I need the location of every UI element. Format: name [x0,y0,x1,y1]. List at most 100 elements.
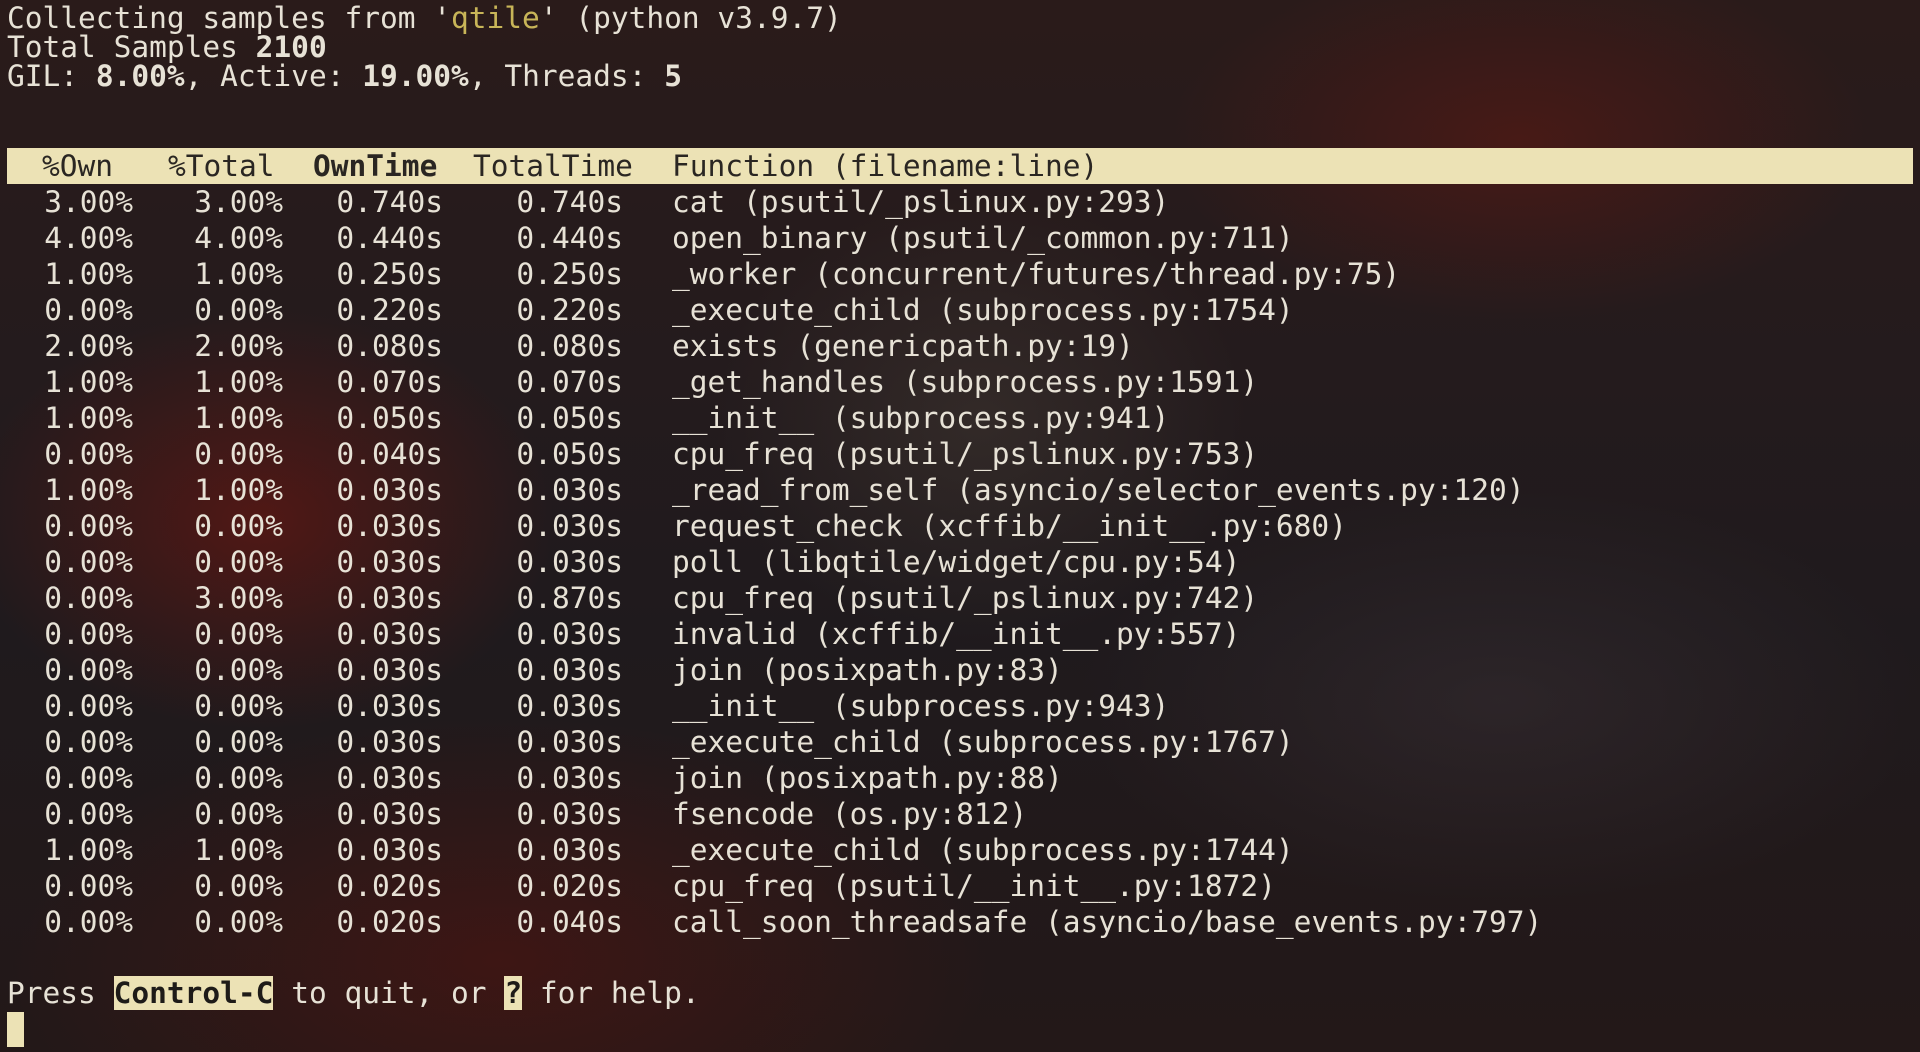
function-cell: cpu_freq (psutil/__init__.py:1872) [672,869,1276,903]
collecting-suffix: ' (python v3.9.7) [539,1,842,35]
total-percent-cell: 0.00% [194,617,283,651]
own-percent-cell: 0.00% [44,869,133,903]
own-percent-cell: 1.00% [44,833,133,867]
column-header-total[interactable]: %Total [168,148,275,184]
table-row[interactable]: 0.00% 0.00% 0.030s 0.030s fsencode (os.py:81… [7,796,1913,832]
own-time-cell: 0.020s [336,869,443,903]
table-row[interactable]: 0.00% 0.00% 0.030s 0.030s __init__ (subproce… [7,688,1913,724]
column-header-own[interactable]: %Own [42,148,113,184]
total-time-cell: 0.870s [516,581,623,615]
own-percent-cell: 0.00% [44,797,133,831]
function-cell: _execute_child (subprocess.py:1744) [672,833,1294,867]
total-percent-cell: 0.00% [194,545,283,579]
total-time-cell: 0.030s [516,653,623,687]
own-time-cell: 0.020s [336,905,443,939]
function-cell: poll (libqtile/widget/cpu.py:54) [672,545,1241,579]
own-percent-cell: 0.00% [44,905,133,939]
column-header-owntime[interactable]: OwnTime [313,148,437,184]
own-time-cell: 0.220s [336,293,443,327]
help-footer: Press Control-C to quit, or ? for help. [7,975,700,1011]
function-cell: __init__ (subprocess.py:941) [672,401,1170,435]
own-percent-cell: 0.00% [44,725,133,759]
own-percent-cell: 0.00% [44,545,133,579]
table-row[interactable]: 3.00% 3.00% 0.740s 0.740s cat (psutil/_pslin… [7,184,1913,220]
total-time-cell: 0.030s [516,545,623,579]
total-percent-cell: 0.00% [194,725,283,759]
function-cell: exists (genericpath.py:19) [672,329,1134,363]
own-time-cell: 0.440s [336,221,443,255]
function-cell: invalid (xcffib/__init__.py:557) [672,617,1241,651]
table-row[interactable]: 1.00% 1.00% 0.250s 0.250s _worker (concurren… [7,256,1913,292]
table-row[interactable]: 1.00% 1.00% 0.070s 0.070s _get_handles (subp… [7,364,1913,400]
total-percent-cell: 0.00% [194,437,283,471]
table-row[interactable]: 0.00% 3.00% 0.030s 0.870s cpu_freq (psutil/_… [7,580,1913,616]
total-time-cell: 0.030s [516,617,623,651]
total-time-cell: 0.050s [516,401,623,435]
column-header-totaltime[interactable]: TotalTime [473,148,633,184]
table-row[interactable]: 4.00% 4.00% 0.440s 0.440s open_binary (psuti… [7,220,1913,256]
total-percent-cell: 1.00% [194,257,283,291]
table-row[interactable]: 0.00% 0.00% 0.030s 0.030s request_check (xcf… [7,508,1913,544]
total-percent-cell: 2.00% [194,329,283,363]
own-time-cell: 0.250s [336,257,443,291]
table-row[interactable]: 1.00% 1.00% 0.030s 0.030s _execute_child (su… [7,832,1913,868]
total-time-cell: 0.070s [516,365,623,399]
own-percent-cell: 1.00% [44,473,133,507]
total-time-cell: 0.220s [516,293,623,327]
help-key-hint: ? [504,976,523,1010]
own-percent-cell: 0.00% [44,293,133,327]
active-value: 19.00% [362,59,469,93]
table-row[interactable]: 0.00% 0.00% 0.030s 0.030s poll (libqtile/wid… [7,544,1913,580]
own-time-cell: 0.030s [336,725,443,759]
total-percent-cell: 4.00% [194,221,283,255]
table-row[interactable]: 0.00% 0.00% 0.030s 0.030s _execute_child (su… [7,724,1913,760]
gil-value: 8.00% [95,59,185,93]
own-time-cell: 0.030s [336,581,443,615]
function-cell: open_binary (psutil/_common.py:711) [672,221,1294,255]
total-time-cell: 0.080s [516,329,623,363]
own-time-cell: 0.030s [336,689,443,723]
table-row[interactable]: 0.00% 0.00% 0.030s 0.030s join (posixpath.py… [7,760,1913,796]
function-cell: __init__ (subprocess.py:943) [672,689,1170,723]
function-cell: request_check (xcffib/__init__.py:680) [672,509,1347,543]
own-time-cell: 0.030s [336,617,443,651]
function-cell: _execute_child (subprocess.py:1767) [672,725,1294,759]
process-name: qtile [451,1,540,35]
table-row[interactable]: 0.00% 0.00% 0.020s 0.020s cpu_freq (psutil/_… [7,868,1913,904]
table-row[interactable]: 0.00% 0.00% 0.020s 0.040s call_soon_threadsa… [7,904,1913,940]
own-percent-cell: 0.00% [44,509,133,543]
function-cell: cat (psutil/_pslinux.py:293) [672,185,1170,219]
own-percent-cell: 0.00% [44,617,133,651]
total-percent-cell: 0.00% [194,509,283,543]
footer-suffix: for help. [522,976,700,1010]
total-time-cell: 0.030s [516,761,623,795]
total-time-cell: 0.030s [516,797,623,831]
own-time-cell: 0.070s [336,365,443,399]
function-cell: _read_from_self (asyncio/selector_events… [672,473,1525,507]
own-time-cell: 0.030s [336,653,443,687]
total-percent-cell: 0.00% [194,797,283,831]
column-header-function[interactable]: Function (filename:line) [672,148,1098,184]
table-row[interactable]: 0.00% 0.00% 0.030s 0.030s join (posixpath.py… [7,652,1913,688]
table-row[interactable]: 0.00% 0.00% 0.220s 0.220s _execute_child (su… [7,292,1913,328]
total-time-cell: 0.030s [516,473,623,507]
table-row[interactable]: 1.00% 1.00% 0.050s 0.050s __init__ (subproce… [7,400,1913,436]
threads-value: 5 [664,59,682,93]
total-percent-cell: 0.00% [194,761,283,795]
total-time-cell: 0.030s [516,509,623,543]
table-row[interactable]: 2.00% 2.00% 0.080s 0.080s exists (genericpat… [7,328,1913,364]
table-row[interactable]: 0.00% 0.00% 0.040s 0.050s cpu_freq (psutil/_… [7,436,1913,472]
table-row[interactable]: 0.00% 0.00% 0.030s 0.030s invalid (xcffib/__… [7,616,1913,652]
status-gil-line: GIL: 8.00%, Active: 19.00%, Threads: 5 [7,58,682,94]
total-time-cell: 0.020s [516,869,623,903]
own-time-cell: 0.030s [336,833,443,867]
total-time-cell: 0.250s [516,257,623,291]
total-time-cell: 0.030s [516,725,623,759]
own-percent-cell: 1.00% [44,365,133,399]
table-row[interactable]: 1.00% 1.00% 0.030s 0.030s _read_from_self (a… [7,472,1913,508]
own-time-cell: 0.740s [336,185,443,219]
terminal-window[interactable]: Collecting samples from 'qtile' (python … [0,0,1920,1052]
total-percent-cell: 0.00% [194,293,283,327]
total-percent-cell: 0.00% [194,689,283,723]
own-percent-cell: 4.00% [44,221,133,255]
